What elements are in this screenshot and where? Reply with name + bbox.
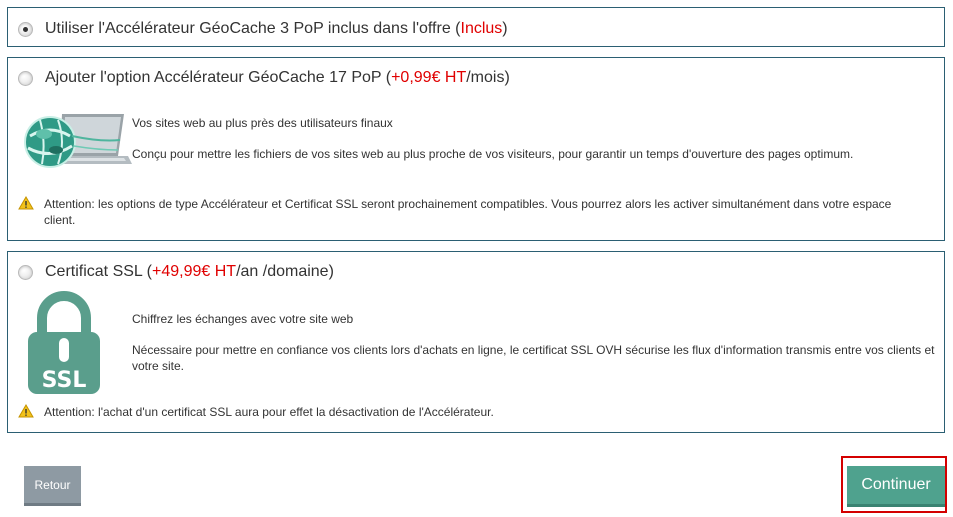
radio-geocache-17pop[interactable] bbox=[18, 70, 33, 86]
ssl-warning: Attention: l'achat d'un certificat SSL a… bbox=[18, 404, 918, 422]
ssl-icon-text: SSL bbox=[42, 368, 87, 393]
geocache-description-text: Conçu pour mettre les fichiers de vos si… bbox=[132, 147, 854, 161]
ssl-padlock-icon: SSL bbox=[28, 290, 100, 394]
option-price: Inclus bbox=[460, 20, 503, 37]
warning-icon bbox=[18, 404, 34, 422]
geocache-description-title: Vos sites web au plus près des utilisate… bbox=[132, 116, 393, 130]
warning-icon bbox=[18, 196, 34, 228]
option-geocache-3pop-row[interactable]: Utiliser l'Accélérateur GéoCache 3 PoP i… bbox=[18, 20, 508, 38]
option-price: +49,99€ HT bbox=[152, 263, 237, 280]
geocache-warning: Attention: les options de type Accélérat… bbox=[18, 196, 918, 228]
option-geocache-17pop-label[interactable]: Ajouter l'option Accélérateur GéoCache 1… bbox=[45, 69, 510, 87]
continue-button[interactable]: Continuer bbox=[847, 466, 945, 507]
option-ssl-row[interactable]: Certificat SSL (+49,99€ HT/an /domaine) bbox=[18, 263, 334, 281]
option-geocache-3pop: Utiliser l'Accélérateur GéoCache 3 PoP i… bbox=[7, 7, 945, 47]
option-geocache-3pop-label[interactable]: Utiliser l'Accélérateur GéoCache 3 PoP i… bbox=[45, 20, 508, 38]
ssl-description-title: Chiffrez les échanges avec votre site we… bbox=[132, 312, 354, 326]
option-price: +0,99€ HT bbox=[391, 69, 467, 86]
option-ssl-certificate: Certificat SSL (+49,99€ HT/an /domaine) … bbox=[7, 251, 945, 433]
option-geocache-17pop: Ajouter l'option Accélérateur GéoCache 1… bbox=[7, 57, 945, 241]
geocache-warning-text: Attention: les options de type Accélérat… bbox=[44, 197, 892, 227]
ssl-description-text: Nécessaire pour mettre en confiance vos … bbox=[132, 343, 935, 373]
option-ssl-label[interactable]: Certificat SSL (+49,99€ HT/an /domaine) bbox=[45, 263, 334, 281]
radio-ssl-certificate[interactable] bbox=[18, 264, 33, 280]
radio-geocache-3pop[interactable] bbox=[18, 21, 33, 37]
option-geocache-17pop-row[interactable]: Ajouter l'option Accélérateur GéoCache 1… bbox=[18, 69, 510, 87]
geocache-globe-laptop-icon bbox=[20, 106, 132, 178]
back-button[interactable]: Retour bbox=[24, 466, 81, 506]
ssl-warning-text: Attention: l'achat d'un certificat SSL a… bbox=[44, 405, 494, 419]
